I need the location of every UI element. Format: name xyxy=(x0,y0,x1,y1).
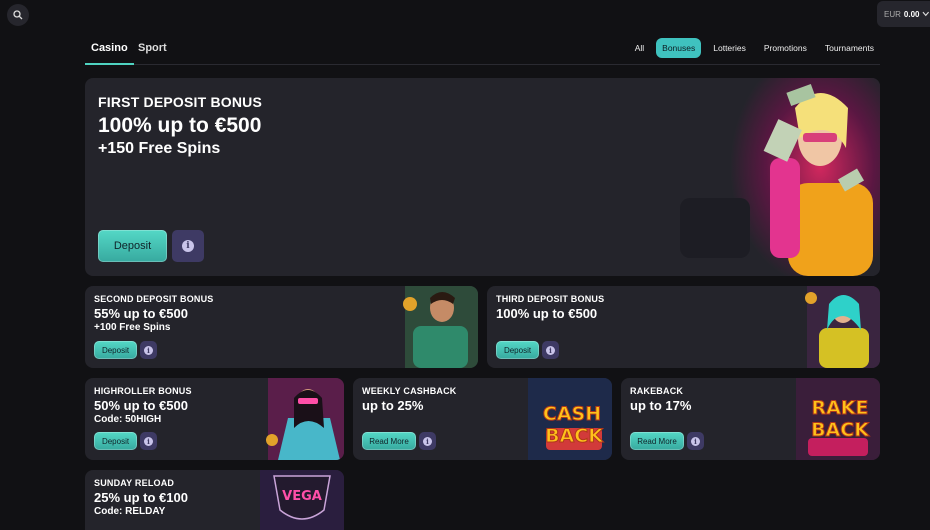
deposit-button[interactable]: Deposit xyxy=(496,341,539,359)
first-deposit-bonus-card: FIRST DEPOSIT BONUS 100% up to €500 +150… xyxy=(85,78,880,276)
sunday-reload-card: SUNDAY RELOAD 25% up to €100 Code: RELDA… xyxy=(85,470,344,530)
third-deposit-bonus-card: THIRD DEPOSIT BONUS 100% up to €500 Depo… xyxy=(487,286,880,368)
deposit-button[interactable]: Deposit xyxy=(94,341,137,359)
info-icon: i xyxy=(144,345,153,355)
info-icon: i xyxy=(546,345,555,355)
chevron-down-icon xyxy=(922,11,930,17)
card-amount: 55% up to €500 xyxy=(94,306,188,321)
info-icon: i xyxy=(423,436,432,446)
rakeback-illustration: RAKE BACK xyxy=(796,378,880,460)
filter-all[interactable]: All xyxy=(629,38,650,58)
info-button[interactable]: i xyxy=(172,230,204,262)
currency-label: EUR xyxy=(884,9,901,19)
highroller-bonus-card: HIGHROLLER BONUS 50% up to €500 Code: 50… xyxy=(85,378,344,460)
weekly-cashback-card: WEEKLY CASHBACK up to 25% Read More i CA… xyxy=(353,378,612,460)
promo-code: Code: 50HIGH xyxy=(94,414,162,425)
card-amount: 50% up to €500 xyxy=(94,398,188,413)
info-button[interactable]: i xyxy=(140,432,157,450)
search-button[interactable] xyxy=(7,4,29,26)
trophy-illustration: VEGA xyxy=(260,470,344,530)
search-icon xyxy=(13,10,23,20)
cashback-art-text: CASH xyxy=(543,403,601,425)
card-title: HIGHROLLER BONUS xyxy=(94,386,192,396)
card-amount: 100% up to €500 xyxy=(496,306,598,321)
balance-amount: 0.00 xyxy=(903,9,920,19)
card-amount: 100% up to €500 xyxy=(98,114,262,137)
tab-sport[interactable]: Sport xyxy=(132,42,173,63)
girl-character-illustration xyxy=(805,286,880,368)
rakeback-card: RAKEBACK up to 17% Read More i RAKE BACK xyxy=(621,378,880,460)
card-amount: 25% up to €100 xyxy=(94,490,188,505)
rakeback-art-text: RAKE xyxy=(811,397,868,419)
read-more-button[interactable]: Read More xyxy=(362,432,416,450)
filter-bonuses[interactable]: Bonuses xyxy=(656,38,702,58)
card-amount: up to 17% xyxy=(630,398,692,413)
filter-lotteries[interactable]: Lotteries xyxy=(707,38,752,58)
card-title: WEEKLY CASHBACK xyxy=(362,386,457,396)
rakeback-art-text: BACK xyxy=(811,419,870,441)
card-free-spins: +150 Free Spins xyxy=(98,140,221,157)
promo-code: Code: RELDAY xyxy=(94,506,166,517)
second-deposit-bonus-card: SECOND DEPOSIT BONUS 55% up to €500 +100… xyxy=(85,286,478,368)
info-button[interactable]: i xyxy=(687,432,704,450)
top-bar: EUR 0.00 xyxy=(0,0,930,30)
filter-tournaments[interactable]: Tournaments xyxy=(819,38,880,58)
card-title: FIRST DEPOSIT BONUS xyxy=(98,94,263,110)
deposit-button[interactable]: Deposit xyxy=(98,230,167,262)
trophy-art-text: VEGA xyxy=(282,489,322,504)
info-icon: i xyxy=(182,240,194,252)
read-more-button[interactable]: Read More xyxy=(630,432,684,450)
tab-casino[interactable]: Casino xyxy=(85,42,134,65)
balance-selector[interactable]: EUR 0.00 xyxy=(877,1,930,27)
info-icon: i xyxy=(144,436,153,446)
highroller-character-illustration xyxy=(266,378,344,460)
deposit-button[interactable]: Deposit xyxy=(94,432,137,450)
card-title: THIRD DEPOSIT BONUS xyxy=(496,294,605,304)
cashback-art-text: BACK xyxy=(545,425,604,447)
card-free-spins: +100 Free Spins xyxy=(94,322,171,333)
cashback-illustration: CASH BACK xyxy=(528,378,612,460)
card-title: RAKEBACK xyxy=(630,386,684,396)
info-button[interactable]: i xyxy=(542,341,559,359)
info-icon: i xyxy=(691,436,700,446)
info-button[interactable]: i xyxy=(419,432,436,450)
hero-character-illustration xyxy=(680,78,880,276)
card-amount: up to 25% xyxy=(362,398,424,413)
category-tabs: Casino Sport All Bonuses Lotteries Promo… xyxy=(85,38,880,65)
info-button[interactable]: i xyxy=(140,341,157,359)
filter-promotions[interactable]: Promotions xyxy=(758,38,813,58)
bonus-filters: All Bonuses Lotteries Promotions Tournam… xyxy=(629,38,880,58)
card-title: SUNDAY RELOAD xyxy=(94,478,175,488)
player-character-illustration xyxy=(403,286,478,368)
card-title: SECOND DEPOSIT BONUS xyxy=(94,294,214,304)
